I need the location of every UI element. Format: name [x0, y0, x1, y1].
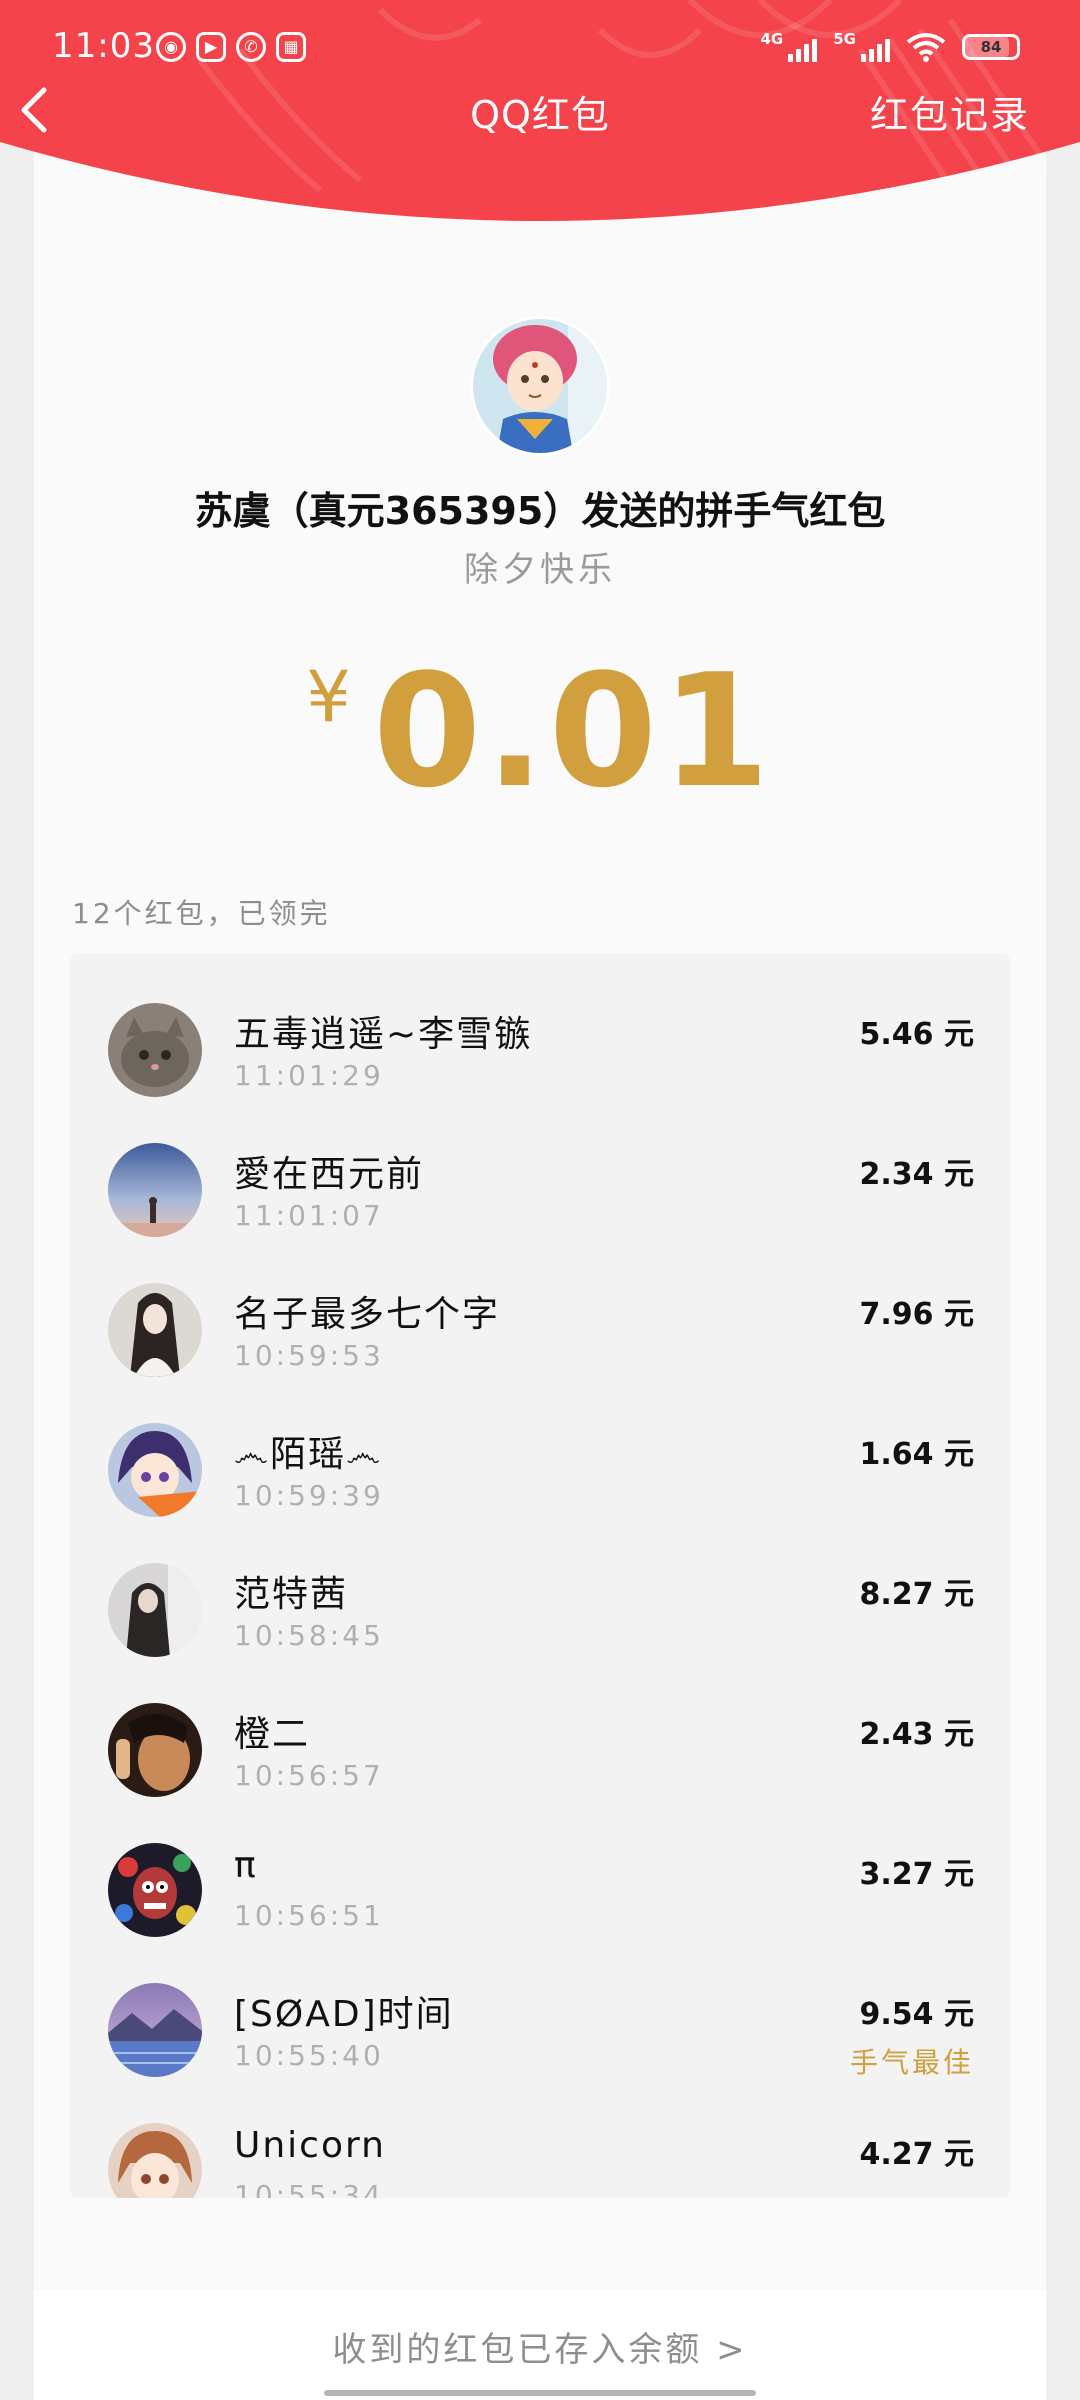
avatar[interactable]	[108, 1423, 202, 1517]
status-app-icons: ◉ ▶ ✆ ▦	[156, 32, 306, 62]
received-time: 10:59:53	[234, 1339, 384, 1372]
home-indicator[interactable]	[324, 2390, 756, 2396]
recipient-name: 愛在西元前	[234, 1154, 425, 1195]
packet-summary: 12个红包，已领完	[72, 897, 331, 930]
battery-icon: 84	[962, 34, 1020, 60]
received-time: 11:01:29	[234, 1059, 384, 1092]
wechat-icon: ◉	[156, 32, 186, 62]
received-time: 11:01:07	[234, 1199, 384, 1232]
received-amount: ¥0.01	[0, 640, 1080, 822]
avatar[interactable]	[108, 1283, 202, 1377]
avatar[interactable]	[108, 1843, 202, 1937]
footer: 收到的红包已存入余额 >	[34, 2290, 1046, 2400]
received-time: 10:55:34	[234, 2179, 384, 2198]
amount-value: 0.01	[372, 640, 774, 822]
status-indicators: 4G 5G 84	[761, 30, 1020, 62]
recipient-name: Unicorn	[234, 2125, 386, 2166]
received-time: 10:59:39	[234, 1479, 384, 1512]
balance-link[interactable]: 收到的红包已存入余额 >	[34, 2322, 1046, 2371]
list-item[interactable]: 名子最多七个字 10:59:53 7.96 元	[70, 1233, 1010, 1377]
sender-avatar[interactable]	[470, 316, 610, 456]
recipient-name: 名子最多七个字	[234, 1294, 501, 1335]
nav-bar: QQ红包 红包记录	[0, 76, 1080, 146]
recipient-name: 五毒逍遥~李雪镞	[234, 1014, 533, 1055]
network-type-label: 5G	[833, 30, 856, 48]
received-amount-value: 7.96 元	[859, 1297, 974, 1332]
network-type-label: 4G	[760, 30, 784, 48]
list-item[interactable]: 愛在西元前 11:01:07 2.34 元	[70, 1093, 1010, 1237]
recipient-name: 范特茜	[234, 1574, 349, 1615]
avatar[interactable]	[108, 1983, 202, 2077]
list-item[interactable]: Unicorn 10:55:34 4.27 元	[70, 2073, 1010, 2198]
received-amount-value: 3.27 元	[859, 1857, 974, 1892]
sender-line: 苏虞（真元365395）发送的拼手气红包	[194, 489, 886, 533]
received-time: 10:58:45	[234, 1619, 384, 1652]
received-amount-value: 2.34 元	[859, 1157, 974, 1192]
video-app-icon: ▶	[196, 32, 226, 62]
received-amount-value: 8.27 元	[859, 1577, 974, 1612]
recipient-list: 五毒逍遥~李雪镞 11:01:29 5.46 元 愛在西元前 11:01:07 …	[70, 953, 1010, 2198]
wifi-icon	[906, 33, 946, 62]
recipient-name: ෴陌瑶෴	[234, 1434, 383, 1475]
avatar[interactable]	[108, 1003, 202, 1097]
signal-4g-icon: 4G	[761, 30, 818, 62]
recipient-name: 橙二	[234, 1714, 311, 1755]
list-item[interactable]: 范特茜 10:58:45 8.27 元	[70, 1513, 1010, 1657]
list-item[interactable]: 橙二 10:56:57 2.43 元	[70, 1653, 1010, 1797]
received-amount-value: 9.54 元	[859, 1997, 974, 2032]
telecom-icon: ✆	[236, 32, 266, 62]
list-item[interactable]: ෴陌瑶෴ 10:59:39 1.64 元	[70, 1373, 1010, 1517]
list-item[interactable]: [SØAD]时间 10:55:40 9.54 元 手气最佳	[70, 1933, 1010, 2079]
received-time: 10:56:57	[234, 1759, 384, 1792]
avatar[interactable]	[108, 1703, 202, 1797]
received-amount-value: 4.27 元	[859, 2137, 974, 2172]
recipient-name: π	[234, 1845, 258, 1886]
received-amount-value: 5.46 元	[859, 1017, 974, 1052]
greeting-message: 除夕快乐	[464, 550, 616, 590]
list-item[interactable]: 五毒逍遥~李雪镞 11:01:29 5.46 元	[70, 953, 1010, 1097]
avatar[interactable]	[108, 2123, 202, 2198]
avatar[interactable]	[108, 1563, 202, 1657]
avatar[interactable]	[108, 1143, 202, 1237]
received-amount-value: 2.43 元	[859, 1717, 974, 1752]
signal-5g-icon: 5G	[833, 30, 890, 62]
tieba-icon: ▦	[276, 32, 306, 62]
received-time: 10:55:40	[234, 2039, 384, 2072]
list-item[interactable]: π 10:56:51 3.27 元	[70, 1793, 1010, 1937]
status-time: 11:03	[52, 26, 155, 66]
received-time: 10:56:51	[234, 1899, 384, 1932]
recipient-name: [SØAD]时间	[234, 1994, 454, 2035]
red-packet-record-link[interactable]: 红包记录	[870, 84, 1030, 139]
received-amount-value: 1.64 元	[859, 1437, 974, 1472]
currency-symbol: ¥	[306, 656, 351, 738]
battery-percent: 84	[980, 38, 1002, 56]
